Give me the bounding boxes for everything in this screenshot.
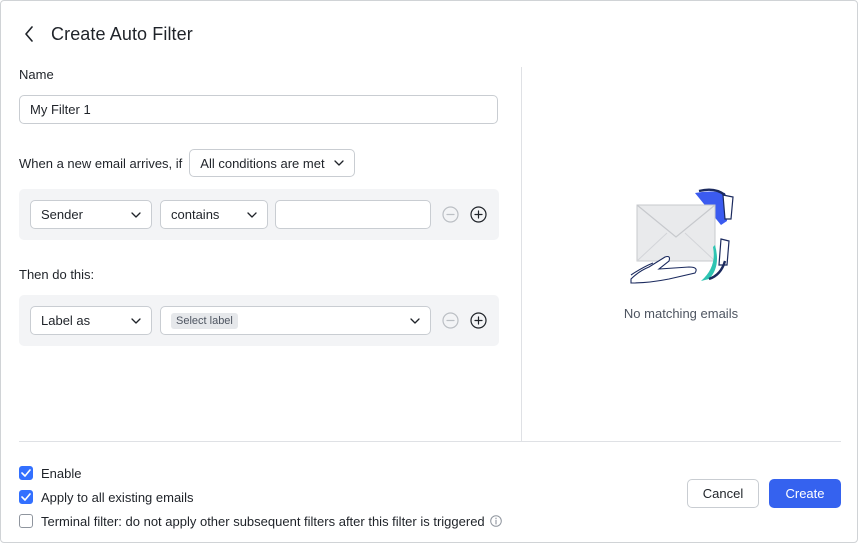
- condition-field-value: Sender: [41, 207, 83, 222]
- dialog-title: Create Auto Filter: [51, 23, 193, 44]
- name-label: Name: [19, 67, 54, 82]
- terminal-filter-label: Terminal filter: do not apply other subs…: [41, 513, 485, 529]
- add-condition-icon[interactable]: [470, 206, 487, 223]
- condition-operator-value: contains: [171, 207, 220, 222]
- chevron-down-icon: [131, 211, 141, 218]
- chevron-down-icon: [247, 211, 257, 218]
- enable-checkbox[interactable]: [19, 466, 33, 480]
- remove-condition-icon[interactable]: [442, 206, 459, 223]
- remove-action-icon[interactable]: [442, 312, 459, 329]
- dialog-header: Create Auto Filter: [19, 21, 193, 47]
- add-action-icon[interactable]: [470, 312, 487, 329]
- filter-options: Enable Apply to all existing emails Term…: [19, 461, 502, 533]
- condition-operator-select[interactable]: contains: [160, 200, 268, 229]
- create-auto-filter-dialog: Create Auto Filter Name When a new email…: [0, 0, 858, 543]
- match-mode-select[interactable]: All conditions are met: [189, 149, 356, 177]
- chevron-down-icon: [131, 317, 141, 324]
- empty-mail-illustration: [630, 188, 734, 284]
- back-button[interactable]: [19, 22, 39, 46]
- create-button[interactable]: Create: [769, 479, 841, 508]
- match-mode-value: All conditions are met: [200, 155, 325, 171]
- apply-existing-checkbox[interactable]: [19, 490, 33, 504]
- filter-form: Name When a new email arrives, if All co…: [19, 67, 499, 346]
- option-enable[interactable]: Enable: [19, 461, 502, 485]
- condition-intro: When a new email arrives, if All conditi…: [19, 149, 356, 177]
- checkmark-icon: [21, 469, 31, 477]
- filter-name-input[interactable]: [19, 95, 498, 124]
- horizontal-divider: [19, 441, 841, 442]
- chevron-left-icon: [25, 26, 33, 42]
- empty-state-text: No matching emails: [623, 306, 739, 321]
- action-type-value: Label as: [41, 313, 91, 328]
- condition-field-select[interactable]: Sender: [30, 200, 152, 229]
- chevron-down-icon: [410, 317, 420, 324]
- action-row: Label as Select label: [19, 295, 499, 346]
- option-terminal-filter[interactable]: Terminal filter: do not apply other subs…: [19, 509, 502, 533]
- chevron-down-icon: [334, 160, 344, 166]
- checkmark-icon: [21, 493, 31, 501]
- actions-label: Then do this:: [19, 267, 95, 282]
- condition-row: Sender contains: [19, 189, 499, 240]
- action-type-select[interactable]: Label as: [30, 306, 152, 335]
- condition-prefix-text: When a new email arrives, if: [19, 155, 183, 171]
- terminal-filter-checkbox[interactable]: [19, 514, 33, 528]
- vertical-divider: [521, 67, 522, 441]
- select-label-placeholder: Select label: [171, 312, 238, 329]
- enable-label: Enable: [41, 465, 82, 481]
- condition-value-input[interactable]: [275, 200, 431, 229]
- cancel-button[interactable]: Cancel: [687, 479, 759, 508]
- apply-existing-label: Apply to all existing emails: [41, 489, 194, 505]
- label-target-select[interactable]: Select label: [160, 306, 431, 335]
- info-icon[interactable]: [489, 515, 502, 527]
- option-apply-existing[interactable]: Apply to all existing emails: [19, 485, 502, 509]
